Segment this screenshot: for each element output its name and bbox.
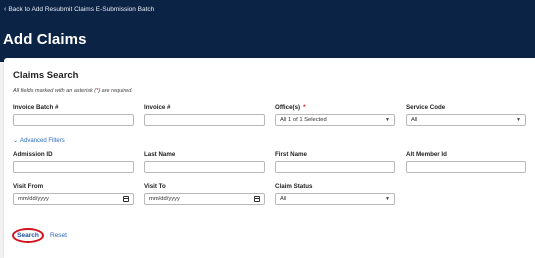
claim-status-label: Claim Status: [275, 183, 313, 190]
visit-from-label: Visit From: [13, 183, 44, 190]
visit-from-input[interactable]: mm/dd/yyyy: [13, 193, 134, 205]
visit-to-input[interactable]: mm/dd/yyyy: [144, 193, 265, 205]
page-title: Add Claims: [3, 31, 87, 48]
calendar-icon[interactable]: [254, 196, 260, 202]
first-name-label: First Name: [275, 151, 307, 158]
caret-down-icon: ▼: [516, 117, 521, 123]
service-code-label: Service Code: [406, 104, 446, 111]
claims-search-card: Claims Search All fields marked with an …: [4, 58, 535, 258]
service-code-value: All: [411, 117, 418, 123]
required-note-suffix: ) are required.: [98, 88, 133, 94]
invoice-input[interactable]: [144, 114, 265, 126]
search-button[interactable]: Search: [12, 228, 44, 243]
visit-from-placeholder: mm/dd/yyyy: [18, 196, 49, 202]
invoice-label: Invoice #: [144, 104, 171, 111]
offices-select[interactable]: All 1 of 1 Selected ▼: [275, 114, 395, 126]
service-code-select[interactable]: All ▼: [406, 114, 526, 126]
top-header: ‹ Back to Add Resubmit Claims E-Submissi…: [0, 0, 535, 62]
last-name-label: Last Name: [144, 151, 176, 158]
chevron-down-icon: ⌄: [13, 138, 19, 144]
invoice-batch-input[interactable]: [13, 114, 134, 126]
caret-down-icon: ▼: [385, 117, 390, 123]
claim-status-select[interactable]: All ▼: [275, 193, 395, 205]
back-link[interactable]: ‹ Back to Add Resubmit Claims E-Submissi…: [4, 6, 154, 13]
reset-link[interactable]: Reset: [50, 232, 67, 239]
offices-label: Office(s) *: [275, 104, 306, 111]
invoice-batch-label: Invoice Batch #: [13, 104, 59, 111]
required-note: All fields marked with an asterisk (*) a…: [13, 88, 133, 94]
first-name-input[interactable]: [275, 161, 395, 173]
caret-down-icon: ▼: [385, 196, 390, 202]
last-name-input[interactable]: [144, 161, 265, 173]
section-title: Claims Search: [13, 70, 79, 81]
alt-member-id-label: Alt Member Id: [406, 151, 447, 158]
calendar-icon[interactable]: [123, 196, 129, 202]
claim-status-value: All: [280, 196, 287, 202]
offices-label-text: Office(s): [275, 104, 301, 111]
offices-required-star: *: [303, 104, 306, 111]
offices-select-value: All 1 of 1 Selected: [280, 117, 327, 123]
advanced-filters-toggle[interactable]: ⌄ Advanced Filters: [13, 137, 65, 145]
required-note-prefix: All fields marked with an asterisk (: [13, 88, 97, 94]
alt-member-id-input[interactable]: [406, 161, 526, 173]
visit-to-placeholder: mm/dd/yyyy: [149, 196, 180, 202]
admission-id-label: Admission ID: [13, 151, 53, 158]
back-link-label: Back to Add Resubmit Claims E-Submission…: [8, 6, 155, 13]
advanced-filters-label: Advanced Filters: [20, 137, 65, 144]
admission-id-input[interactable]: [13, 161, 134, 173]
chevron-left-icon: ‹: [4, 6, 7, 13]
visit-to-label: Visit To: [144, 183, 166, 190]
